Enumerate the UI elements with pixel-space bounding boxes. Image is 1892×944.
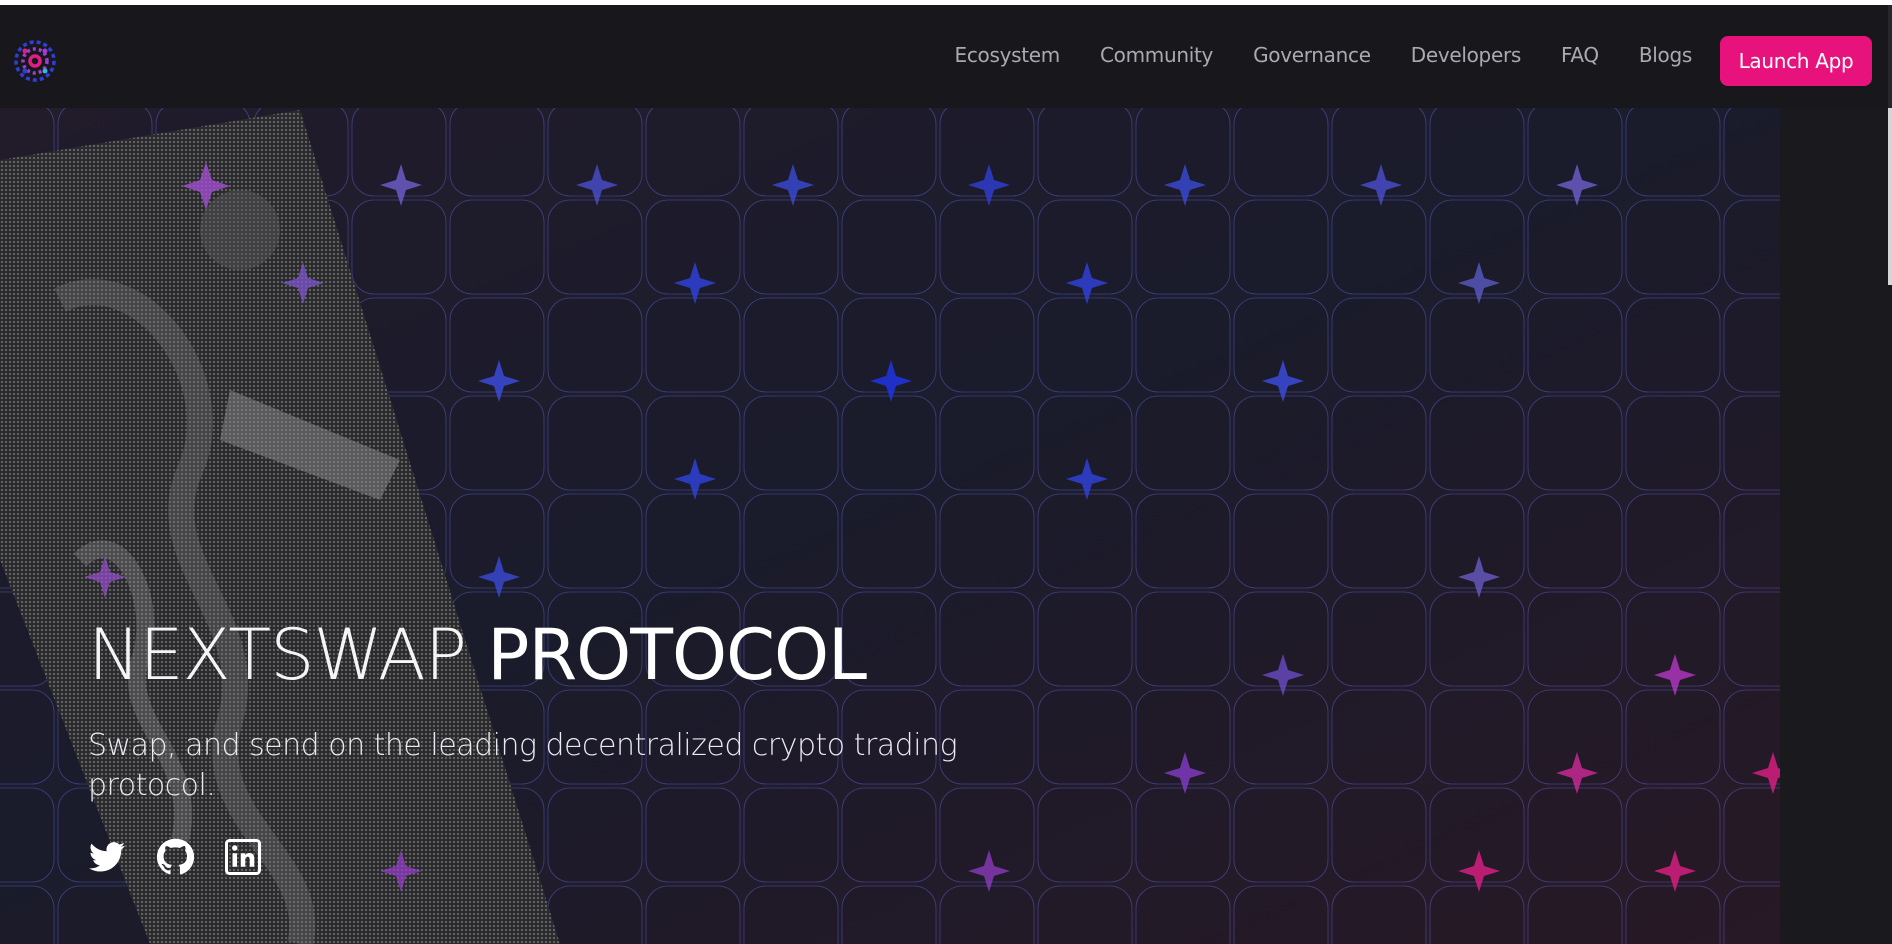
hero-title: NEXTSWAP PROTOCOL bbox=[88, 620, 867, 690]
nav-item-developers[interactable]: Developers bbox=[1411, 43, 1522, 67]
nav-item-faq[interactable]: FAQ bbox=[1561, 43, 1599, 67]
hero-title-light: NEXTSWAP bbox=[88, 614, 467, 696]
page: Ecosystem Community Governance Developer… bbox=[0, 0, 1892, 944]
nav-item-community[interactable]: Community bbox=[1100, 43, 1213, 67]
nextswap-logo-icon[interactable] bbox=[12, 38, 58, 84]
main-nav: Ecosystem Community Governance Developer… bbox=[915, 43, 1693, 67]
linkedin-icon[interactable] bbox=[224, 838, 262, 876]
hero-subtitle: Swap, and send on the leading decentrali… bbox=[88, 728, 958, 803]
nav-item-ecosystem[interactable]: Ecosystem bbox=[955, 43, 1061, 67]
launch-app-button[interactable]: Launch App bbox=[1720, 36, 1872, 86]
github-icon[interactable] bbox=[156, 838, 194, 876]
social-links bbox=[88, 838, 262, 876]
nav-item-governance[interactable]: Governance bbox=[1253, 43, 1371, 67]
twitter-icon[interactable] bbox=[88, 838, 126, 876]
nav-item-blogs[interactable]: Blogs bbox=[1639, 43, 1692, 67]
site-header: Ecosystem Community Governance Developer… bbox=[0, 5, 1892, 108]
hero-title-bold: PROTOCOL bbox=[487, 614, 867, 696]
